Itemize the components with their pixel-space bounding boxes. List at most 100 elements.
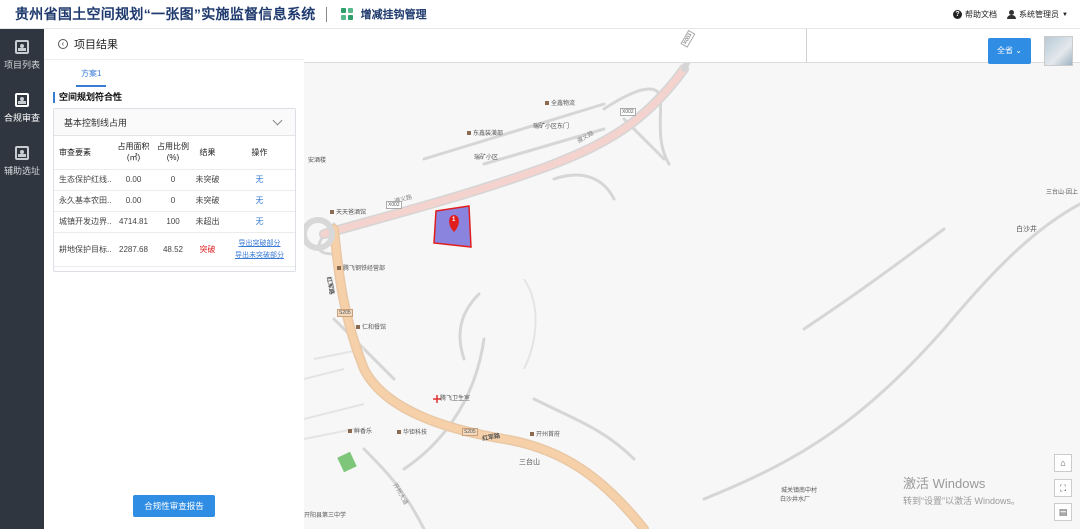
ratio-cell: 0 [155,169,191,191]
chevron-down-icon [272,115,283,126]
map-poi: 全鑫物流 [545,98,575,107]
card-header[interactable]: 基本控制线占用 [54,109,295,136]
map-poi: 开州首府 [530,429,560,438]
module-title[interactable]: 增减挂钩管理 [361,6,427,22]
result-cell: 未超出 [191,211,224,233]
road-badge: S205 [462,428,478,436]
caret-down-icon: ▼ [1062,11,1068,18]
export-breach-link[interactable]: 导出突破部分 [239,238,281,248]
help-label: 帮助文档 [965,10,998,19]
ratio-cell: 0 [155,190,191,212]
toolbar-divider [806,29,807,63]
column-header: 审查要素 [54,136,112,170]
element-cell: 耕地保护目标... [54,232,112,267]
table-row: 永久基本农田... 0.00 0 未突破 无 [54,190,295,212]
module-icon [340,7,354,21]
back-arrow-icon[interactable]: ‹ [58,39,68,49]
map-view[interactable]: 全省 ⌄ 1 全鑫物流 瑞矿小区东门 东鑫装潢部 瑞矿小区 天天爸酒馆 安酒楼 … [304,29,1080,529]
map-poi: 瑞矿小区东门 [533,124,570,130]
nav-label: 合规审查 [3,113,40,123]
column-header: 操作 [224,136,295,170]
op-link[interactable]: 无 [256,217,264,226]
tab-bar: 方案1 [76,60,304,87]
column-header: 占用面积(㎡) [112,136,155,170]
result-cell: 未突破 [191,190,224,212]
road-badge: S205 [337,309,353,317]
map-poi: 开阳县第三中学 [304,513,347,519]
nav-item-compliance-review[interactable]: 合规审查 [0,82,44,135]
panel-header: ‹ 项目结果 [44,29,304,60]
area-cell: 4714.81 [112,211,155,233]
nav-item-site-selection[interactable]: 辅助选址 [0,135,44,188]
table-row: 城镇开发边界... 4714.81 100 未超出 无 [54,211,295,233]
user-label: 系统管理员 [1019,10,1060,19]
tab-plan-1[interactable]: 方案1 [76,68,107,87]
element-cell: 城镇开发边界... [54,211,112,233]
export-nonbreach-link[interactable]: 导出未突破部分 [235,250,284,260]
app-title: 贵州省国土空间规划“一张图”实施监督信息系统 [15,6,316,22]
windows-watermark: 激活 Windows 转到“设置”以激活 Windows。 [903,476,1021,506]
marker-number: 1 [452,217,456,223]
nav-item-project-list[interactable]: 项目列表 [0,29,44,82]
column-header: 占用比例(%) [155,136,191,170]
export-links: 导出突破部分 导出未突破部分 [226,238,293,260]
map-poi: 城关镇南中村 [781,488,818,494]
user-icon [1007,10,1017,19]
table-row: 生态保护红线... 0.00 0 未突破 无 [54,169,295,191]
nav-label: 辅助选址 [3,166,40,176]
app-header: 贵州省国土空间规划“一张图”实施监督信息系统 增减挂钩管理 ? 帮助文档 系统管… [0,0,1080,29]
map-poi: 东鑫装潢部 [467,128,503,137]
map-poi: 白沙井 [1016,226,1037,233]
table-header-row: 审查要素 占用面积(㎡) 占用比例(%) 结果 操作 [54,136,295,170]
area-cell: 0.00 [112,169,155,191]
map-poi: 仁和餐馆 [356,322,386,331]
map-poi: 腾飞钢铁经营部 [337,263,385,272]
map-poi: 三台山 [519,459,540,466]
map-poi: 华钜科技 [397,427,427,436]
layers-icon[interactable]: ▤ [1054,503,1072,521]
area-cell: 2287.68 [112,232,155,267]
left-nav: 项目列表 合规审查 辅助选址 [0,29,44,529]
map-poi: 腾飞卫生室 [440,396,471,402]
panel-title: 项目结果 [74,39,118,51]
basemap-switcher[interactable] [1044,36,1073,66]
element-cell: 永久基本农田... [54,190,112,212]
region-label: 全省 [997,46,1014,55]
map-poi: 白沙井水厂 [780,497,811,503]
site-selection-icon [15,146,29,160]
user-menu[interactable]: 系统管理员 ▼ [1007,9,1068,20]
fullscreen-icon[interactable]: ⛶ [1054,479,1072,497]
table-row: 耕地保护目标... 2287.68 48.52 突破 导出突破部分 导出未突破部… [54,232,295,267]
nav-label: 项目列表 [3,60,40,70]
help-docs-link[interactable]: ? 帮助文档 [953,9,997,20]
review-table: 审查要素 占用面积(㎡) 占用比例(%) 结果 操作 生态保护红线... 0.0… [54,136,295,267]
section-title: 空间规划符合性 [53,92,304,103]
compliance-report-button[interactable]: 合规性审查报告 [133,495,215,517]
header-actions: ? 帮助文档 系统管理员 ▼ [953,0,1068,29]
ratio-cell: 100 [155,211,191,233]
chevron-down-icon: ⌄ [1015,46,1022,55]
map-poi: 天天爸酒馆 [330,207,366,216]
title-divider [325,6,327,22]
element-cell: 生态保护红线... [54,169,112,191]
area-cell: 0.00 [112,190,155,212]
column-header: 结果 [191,136,224,170]
help-icon: ? [953,10,963,19]
home-icon[interactable]: ⌂ [1054,454,1072,472]
op-link[interactable]: 无 [256,196,264,205]
road-badge: X002 [620,108,636,116]
op-link[interactable]: 无 [256,175,264,184]
map-canvas [304,29,1080,529]
map-poi: 瑞矿小区 [474,155,499,161]
compliance-review-icon [15,93,29,107]
map-poi: 三台山·因上 [1046,190,1078,196]
result-cell: 突破 [191,232,224,267]
ratio-cell: 48.52 [155,232,191,267]
card-title: 基本控制线占用 [64,117,128,128]
map-poi: 安酒楼 [308,158,327,164]
result-cell: 未突破 [191,169,224,191]
project-list-icon [15,40,29,54]
region-select-button[interactable]: 全省 ⌄ [988,38,1031,64]
result-panel: ‹ 项目结果 方案1 空间规划符合性 基本控制线占用 审查要素 占用面积(㎡) … [44,29,304,529]
road-badge: X002 [386,201,402,209]
